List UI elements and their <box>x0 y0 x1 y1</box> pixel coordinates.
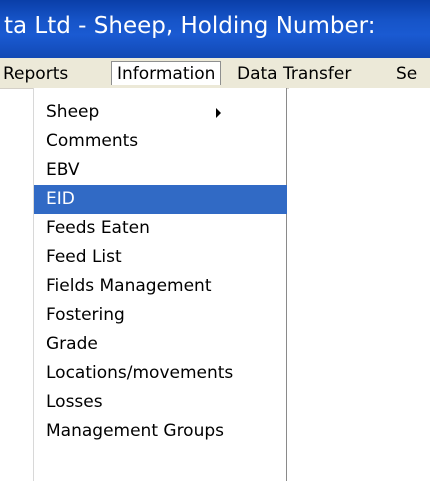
menu-item-fostering[interactable]: Fostering <box>34 301 287 330</box>
menu-item-label: Fostering <box>46 305 125 325</box>
menu-item-label: Management Groups <box>46 421 225 441</box>
menu-item-label: Fields Management <box>46 276 212 296</box>
menu-item-label: Comments <box>46 131 139 151</box>
menu-reports[interactable]: Reports <box>3 63 68 85</box>
menu-item-label: Losses <box>46 392 103 412</box>
content-pane <box>289 88 430 481</box>
menu-item-label: EBV <box>46 160 80 180</box>
menu-item-label: Sheep <box>46 102 100 122</box>
menu-information[interactable]: Information <box>111 61 222 85</box>
menu-data-transfer[interactable]: Data Transfer <box>237 63 351 85</box>
menu-item-label: Locations/movements <box>46 363 234 383</box>
menu-item-label: EID <box>46 189 75 209</box>
information-dropdown-menu: Sheep Comments EBV EID Feeds Eaten Feed … <box>33 88 287 481</box>
menu-item-sheep[interactable]: Sheep <box>34 98 287 127</box>
menu-item-grade[interactable]: Grade <box>34 330 287 359</box>
menu-item-losses[interactable]: Losses <box>34 388 287 417</box>
menu-item-fields-management[interactable]: Fields Management <box>34 272 287 301</box>
menu-item-eid[interactable]: EID <box>34 185 287 214</box>
menu-item-label: Grade <box>46 334 98 354</box>
window-title: ta Ltd - Sheep, Holding Number: <box>4 13 376 39</box>
menu-item-label: Feed List <box>46 247 122 267</box>
menu-item-comments[interactable]: Comments <box>34 127 287 156</box>
menu-bar: Reports Information Data Transfer Se <box>0 58 430 89</box>
menu-item-locations-movements[interactable]: Locations/movements <box>34 359 287 388</box>
menu-item-label: Feeds Eaten <box>46 218 150 238</box>
menu-item-feeds-eaten[interactable]: Feeds Eaten <box>34 214 287 243</box>
submenu-arrow-icon <box>216 108 221 118</box>
menu-item-feed-list[interactable]: Feed List <box>34 243 287 272</box>
menu-item-management-groups[interactable]: Management Groups <box>34 417 287 446</box>
menu-item-ebv[interactable]: EBV <box>34 156 287 185</box>
menu-settings-partial[interactable]: Se <box>396 63 417 85</box>
title-bar: ta Ltd - Sheep, Holding Number: <box>0 0 430 58</box>
